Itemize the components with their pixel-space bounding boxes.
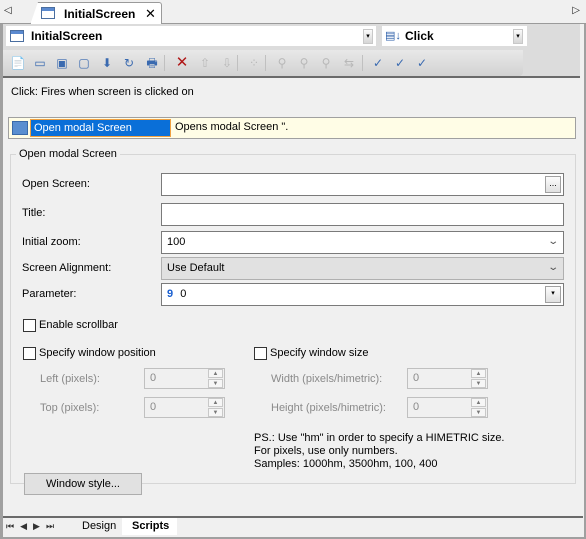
toolbar-separator: [265, 55, 266, 71]
object-selector[interactable]: InitialScreen ▾: [6, 26, 376, 46]
parameter-field[interactable]: 9 0 ▾: [161, 283, 564, 306]
numeric-type-icon: 9: [167, 288, 174, 300]
document-tab-label: InitialScreen: [64, 7, 136, 21]
window-style-button[interactable]: Window style...: [24, 473, 142, 495]
event-icon: ▤↓: [385, 30, 401, 42]
note-line: PS.: Use "hm" in order to specify a HIME…: [254, 432, 505, 444]
chevron-down-icon[interactable]: ▾: [513, 29, 523, 44]
scroll-tabs-left-icon[interactable]: ◁: [4, 5, 12, 16]
add-screen-icon[interactable]: ▭: [31, 55, 49, 71]
height-spinner[interactable]: 0 ▲ ▼: [407, 397, 488, 418]
action-name[interactable]: Open modal Screen: [30, 119, 171, 137]
window-position-label[interactable]: Specify window position: [39, 347, 156, 359]
verify-all-icon[interactable]: ✓: [391, 55, 409, 71]
add-download-icon[interactable]: ⬇: [98, 55, 116, 71]
event-selector[interactable]: ▤↓ Click ▾: [382, 26, 527, 46]
top-spinner[interactable]: 0 ▲ ▼: [144, 397, 225, 418]
add-modal-screen-icon[interactable]: ▣: [53, 55, 71, 71]
window-size-label[interactable]: Specify window size: [270, 347, 368, 359]
object-selector-value: InitialScreen: [31, 29, 103, 43]
himetric-note: PS.: Use "hm" in order to specify a HIME…: [254, 432, 505, 471]
replace-icon[interactable]: ⇆: [340, 55, 358, 71]
add-print-icon[interactable]: 🖶: [143, 55, 161, 71]
height-label: Height (pixels/himetric):: [271, 402, 386, 414]
move-up-icon[interactable]: ⇧: [196, 55, 214, 71]
top-label: Top (pixels):: [40, 402, 100, 414]
chevron-down-icon[interactable]: ▾: [545, 286, 561, 303]
screen-alignment-label: Screen Alignment:: [22, 262, 112, 274]
group-title: Open modal Screen: [16, 148, 120, 160]
scroll-tabs-right-icon[interactable]: ▷: [572, 5, 580, 16]
enable-scrollbar-label[interactable]: Enable scrollbar: [39, 319, 118, 331]
chevron-down-icon[interactable]: ▾: [363, 29, 373, 44]
tab-navigation-icons[interactable]: ⏮◀▶⏭: [6, 521, 60, 532]
spin-down-icon[interactable]: ▼: [471, 408, 486, 417]
modal-screen-icon: [12, 121, 28, 135]
tab-scripts[interactable]: Scripts: [122, 518, 178, 535]
chevron-down-icon[interactable]: ⌄: [547, 236, 559, 247]
initial-zoom-combo[interactable]: 100 ⌄: [161, 231, 564, 254]
action-description: Opens modal Screen ".: [175, 121, 289, 133]
screen-icon: [41, 7, 55, 19]
width-label: Width (pixels/himetric):: [271, 373, 383, 385]
delete-icon[interactable]: ✕: [173, 55, 191, 71]
verify-icon[interactable]: ✓: [369, 55, 387, 71]
initial-zoom-label: Initial zoom:: [22, 236, 81, 248]
left-spinner[interactable]: 0 ▲ ▼: [144, 368, 225, 389]
note-line: Samples: 1000hm, 3500hm, 100, 400: [254, 458, 438, 470]
add-script-icon[interactable]: 📄: [9, 55, 27, 71]
properties-icon[interactable]: ⁘: [245, 55, 263, 71]
spin-down-icon[interactable]: ▼: [208, 408, 223, 417]
action-list: Open modal Screen Opens modal Screen ".: [8, 117, 576, 139]
open-screen-label: Open Screen:: [22, 178, 90, 190]
move-down-icon[interactable]: ⇩: [218, 55, 236, 71]
script-toolbar: 📄 ▭ ▣ ▢ ⬇ ↻ 🖶 ✕ ⇧ ⇩ ⁘ ⚲ ⚲ ⚲ ⇆ ✓ ✓ ✓: [3, 50, 523, 76]
open-screen-field[interactable]: ...: [161, 173, 564, 196]
event-selector-value: Click: [405, 29, 434, 43]
close-icon[interactable]: ✕: [145, 6, 156, 22]
parameter-value: 0: [180, 288, 187, 300]
parameter-label: Parameter:: [22, 288, 77, 300]
screen-icon: [10, 30, 24, 42]
add-toggle-icon[interactable]: ↻: [120, 55, 138, 71]
title-field[interactable]: [161, 203, 564, 226]
verify-project-icon[interactable]: ✓: [413, 55, 431, 71]
screen-alignment-select[interactable]: Use Default ⌄: [161, 257, 564, 280]
width-value: 0: [413, 372, 420, 384]
spin-up-icon[interactable]: ▲: [208, 398, 223, 407]
spin-down-icon[interactable]: ▼: [208, 379, 223, 388]
find-icon[interactable]: ⚲: [273, 55, 291, 71]
toolbar-separator: [237, 55, 238, 71]
browse-button[interactable]: ...: [545, 176, 561, 193]
window-position-checkbox[interactable]: [23, 347, 36, 360]
title-label: Title:: [22, 207, 46, 219]
top-value: 0: [150, 401, 157, 413]
height-value: 0: [413, 401, 420, 413]
screen-alignment-value: Use Default: [167, 262, 225, 274]
spin-up-icon[interactable]: ▲: [208, 369, 223, 378]
left-value: 0: [150, 372, 157, 384]
left-label: Left (pixels):: [40, 373, 100, 385]
chevron-down-icon[interactable]: ⌄: [547, 262, 559, 273]
document-tab[interactable]: InitialScreen ✕: [30, 2, 162, 25]
enable-scrollbar-checkbox[interactable]: [23, 319, 36, 332]
spin-up-icon[interactable]: ▲: [471, 398, 486, 407]
spin-down-icon[interactable]: ▼: [471, 379, 486, 388]
find-previous-icon[interactable]: ⚲: [295, 55, 313, 71]
spin-up-icon[interactable]: ▲: [471, 369, 486, 378]
tab-design[interactable]: Design: [72, 518, 124, 535]
window-size-checkbox[interactable]: [254, 347, 267, 360]
toolbar-separator: [164, 55, 165, 71]
width-spinner[interactable]: 0 ▲ ▼: [407, 368, 488, 389]
toolbar-separator: [362, 55, 363, 71]
initial-zoom-value: 100: [167, 236, 186, 248]
find-next-icon[interactable]: ⚲: [317, 55, 335, 71]
event-description: Click: Fires when screen is clicked on: [11, 86, 194, 98]
note-line: For pixels, use only numbers.: [254, 445, 398, 457]
add-window-icon[interactable]: ▢: [75, 55, 93, 71]
